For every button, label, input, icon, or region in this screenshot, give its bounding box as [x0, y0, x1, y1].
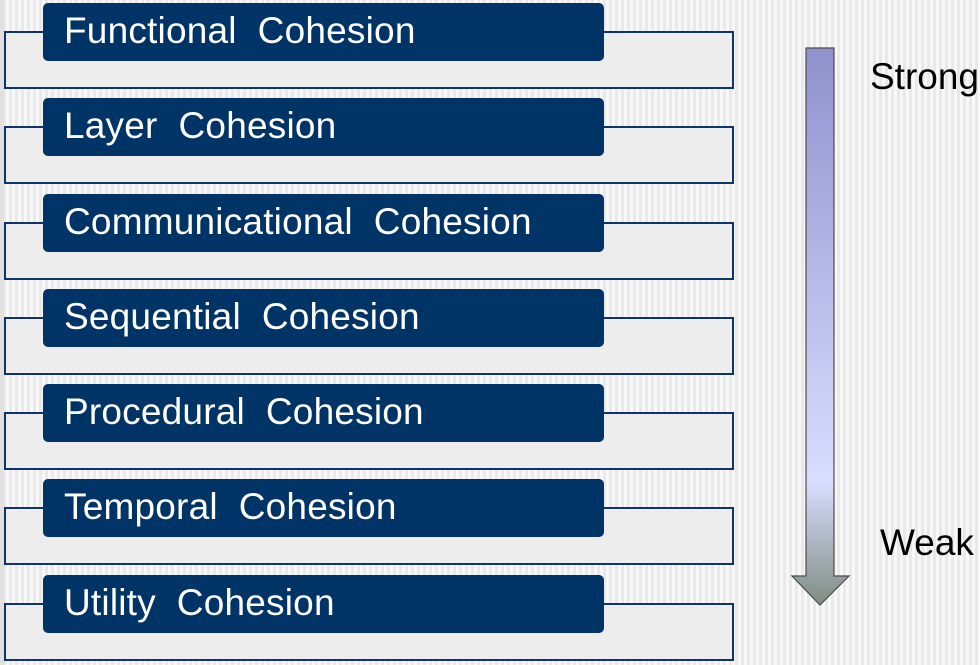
cohesion-row-layer: Layer Cohesion: [0, 98, 740, 188]
cohesion-row-utility: Utility Cohesion: [0, 575, 740, 665]
cohesion-row-functional: Functional Cohesion: [0, 3, 740, 93]
strength-arrow: [790, 47, 851, 606]
cohesion-label-communicational: Communicational Cohesion: [43, 194, 604, 252]
cohesion-row-temporal: Temporal Cohesion: [0, 479, 740, 569]
cohesion-row-communicational: Communicational Cohesion: [0, 194, 740, 284]
cohesion-row-sequential: Sequential Cohesion: [0, 289, 740, 379]
scale-label-weak: Weak: [880, 522, 974, 563]
cohesion-label-temporal: Temporal Cohesion: [43, 479, 604, 537]
scale-label-strong: Strong: [870, 56, 980, 97]
arrow-shape: [790, 47, 851, 606]
cohesion-row-procedural: Procedural Cohesion: [0, 384, 740, 474]
cohesion-label-sequential: Sequential Cohesion: [43, 289, 604, 347]
cohesion-label-functional: Functional Cohesion: [43, 3, 604, 61]
cohesion-label-procedural: Procedural Cohesion: [43, 384, 604, 442]
cohesion-label-layer: Layer Cohesion: [43, 98, 604, 156]
cohesion-label-utility: Utility Cohesion: [43, 575, 604, 633]
